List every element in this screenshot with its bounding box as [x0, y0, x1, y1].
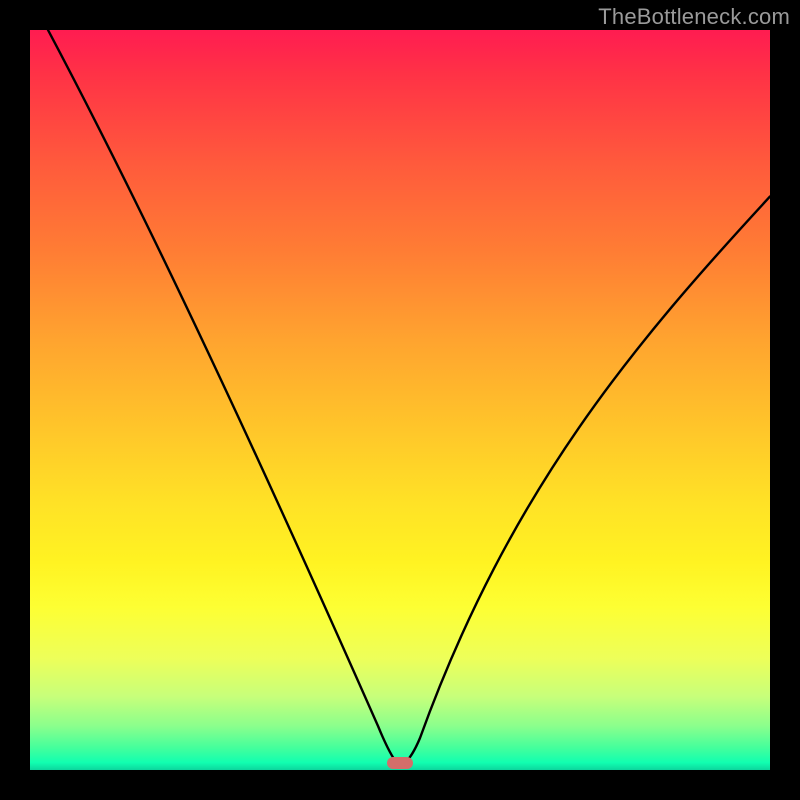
chart-frame: TheBottleneck.com — [0, 0, 800, 800]
minimum-marker — [387, 757, 413, 769]
watermark-text: TheBottleneck.com — [598, 4, 790, 30]
bottleneck-curve — [30, 30, 770, 770]
curve-path — [48, 30, 770, 766]
plot-area — [30, 30, 770, 770]
